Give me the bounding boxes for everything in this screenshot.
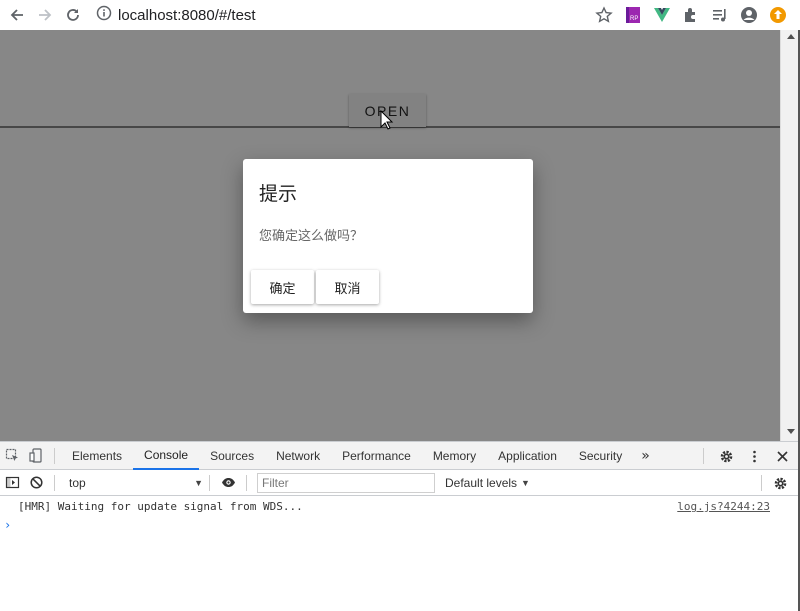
tab-network[interactable]: Network xyxy=(265,442,331,470)
dialog-actions: 确定 取消 xyxy=(251,270,379,304)
settings-separator xyxy=(761,475,762,491)
context-selector[interactable]: top ▼ xyxy=(69,476,203,490)
eye-separator xyxy=(209,474,210,491)
tab-security[interactable]: Security xyxy=(568,442,633,470)
media-icon[interactable] xyxy=(710,5,730,25)
confirm-button[interactable]: 确定 xyxy=(251,270,314,304)
cancel-button[interactable]: 取消 xyxy=(316,270,379,304)
controls-separator xyxy=(703,448,704,464)
devtools-tabbar: Elements Console Sources Network Perform… xyxy=(0,442,800,470)
mouse-cursor-icon xyxy=(380,110,394,130)
rp-extension-icon[interactable]: RP xyxy=(623,5,643,25)
reload-button[interactable] xyxy=(62,4,84,26)
close-devtools-icon[interactable] xyxy=(770,444,794,468)
devtools-panel: Elements Console Sources Network Perform… xyxy=(0,441,800,611)
forward-icon xyxy=(39,9,52,21)
console-filterbar: top ▼ Default levels ▼ xyxy=(0,470,800,496)
log-levels-dropdown[interactable]: Default levels ▼ xyxy=(445,476,530,490)
console-settings xyxy=(755,470,792,496)
star-icon[interactable] xyxy=(594,5,614,25)
browser-toolbar: localhost:8080/#/test RP xyxy=(0,0,800,30)
devtools-controls xyxy=(697,442,794,470)
log-source-link[interactable]: log.js?4244:23 xyxy=(677,500,770,513)
console-output[interactable]: [HMR] Waiting for update signal from WDS… xyxy=(0,496,800,610)
context-value: top xyxy=(69,475,86,490)
reload-icon xyxy=(67,9,79,21)
rp-badge: RP xyxy=(630,16,638,22)
tab-separator xyxy=(54,447,55,464)
tab-sources[interactable]: Sources xyxy=(199,442,265,470)
console-prompt[interactable]: › xyxy=(4,518,11,532)
input-separator xyxy=(246,474,247,491)
console-settings-gear-icon[interactable] xyxy=(768,471,792,495)
levels-dropdown-icon: ▼ xyxy=(521,477,530,488)
live-expression-eye-icon[interactable] xyxy=(216,471,240,495)
context-dropdown-icon: ▼ xyxy=(194,477,203,488)
page-scrollbar[interactable] xyxy=(780,30,800,441)
forward-button[interactable] xyxy=(34,4,56,26)
console-filter-input[interactable] xyxy=(257,472,435,493)
tab-performance[interactable]: Performance xyxy=(331,442,422,470)
address-bar[interactable]: localhost:8080/#/test xyxy=(96,4,256,26)
tab-elements[interactable]: Elements xyxy=(61,442,133,470)
dialog-message: 您确定这么做吗？ xyxy=(259,229,364,244)
device-toolbar-icon[interactable] xyxy=(24,444,48,468)
back-icon xyxy=(10,9,23,21)
confirm-dialog: 提示 您确定这么做吗？ 确定 取消 xyxy=(243,159,533,313)
tab-memory[interactable]: Memory xyxy=(422,442,487,470)
extensions-icon[interactable] xyxy=(681,5,701,25)
log-message: [HMR] Waiting for update signal from WDS… xyxy=(18,500,303,513)
console-log-row: [HMR] Waiting for update signal from WDS… xyxy=(18,500,770,513)
console-sidebar-icon[interactable] xyxy=(0,471,24,495)
scroll-up-arrow-icon[interactable] xyxy=(787,34,795,39)
more-tabs-button[interactable]: » xyxy=(633,448,658,464)
back-button[interactable] xyxy=(6,4,28,26)
tab-console[interactable]: Console xyxy=(133,442,200,470)
inspect-element-icon[interactable] xyxy=(0,444,24,468)
filter-separator xyxy=(54,474,55,491)
log-levels-label: Default levels xyxy=(445,475,518,490)
vue-devtools-icon[interactable] xyxy=(652,5,672,25)
update-icon[interactable] xyxy=(768,5,788,25)
tab-application[interactable]: Application xyxy=(487,442,568,470)
url-text[interactable]: localhost:8080/#/test xyxy=(118,7,256,24)
clear-console-icon[interactable] xyxy=(24,471,48,495)
dialog-title: 提示 xyxy=(259,183,298,205)
kebab-menu-icon[interactable] xyxy=(742,444,766,468)
info-icon[interactable] xyxy=(96,5,112,25)
page-viewport: OPEN 提示 您确定这么做吗？ 确定 取消 xyxy=(0,30,780,441)
scroll-down-arrow-icon[interactable] xyxy=(787,429,795,434)
profile-icon[interactable] xyxy=(739,5,759,25)
toolbar-actions: RP xyxy=(594,0,788,30)
settings-gear-icon[interactable] xyxy=(714,444,738,468)
